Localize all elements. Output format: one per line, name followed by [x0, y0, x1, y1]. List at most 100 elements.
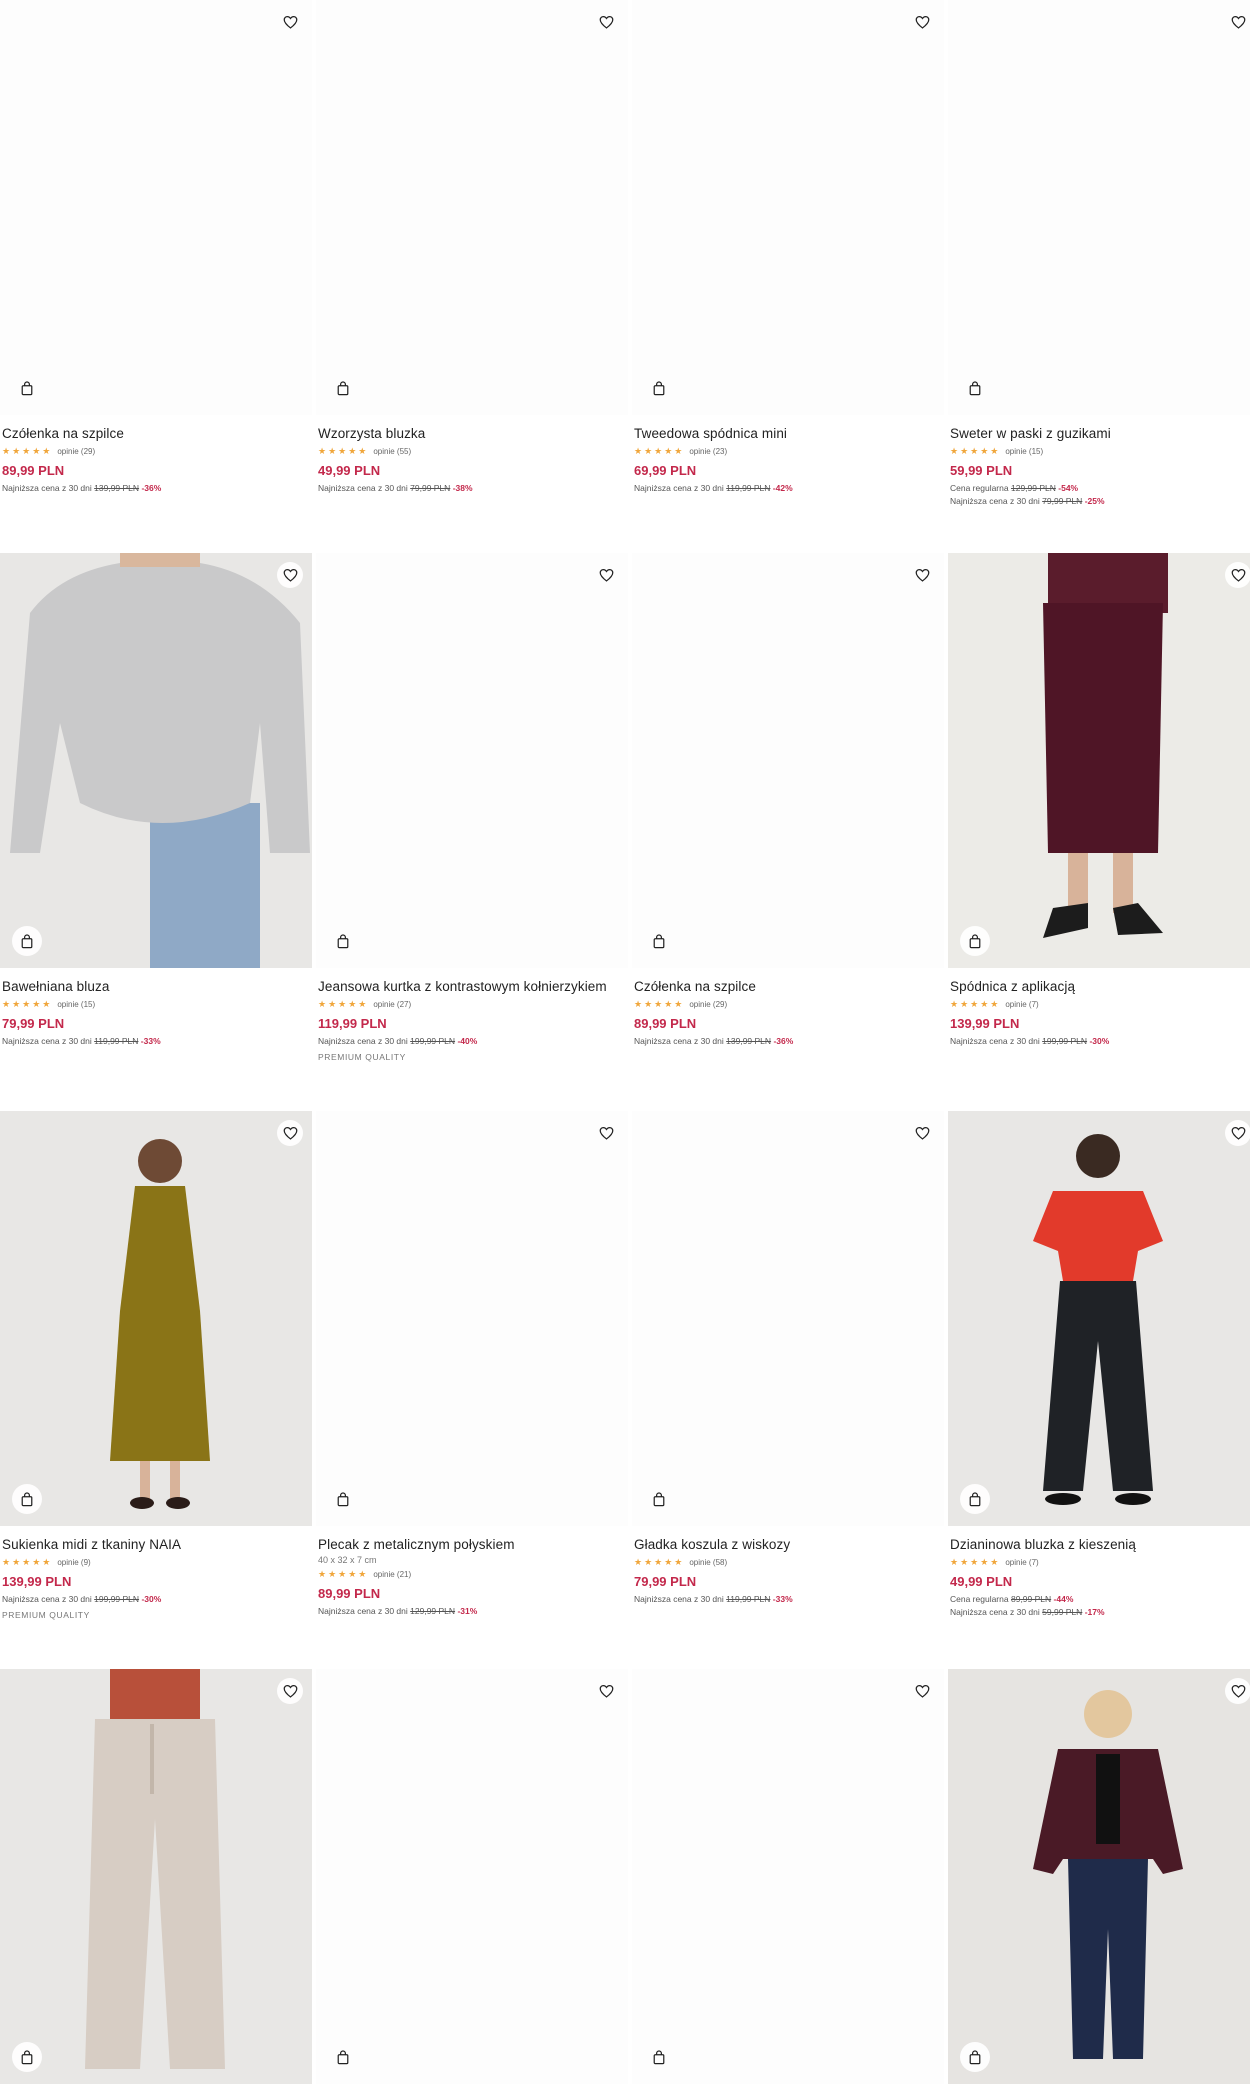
product-card[interactable]: [632, 1669, 944, 2084]
product-card[interactable]: Spódnica z aplikacją ★★★★★ opinie (7) 139,9…: [948, 553, 1250, 1046]
reviews-count[interactable]: opinie (27): [373, 1000, 411, 1009]
product-image[interactable]: [632, 0, 944, 415]
product-card[interactable]: [316, 1669, 628, 2084]
lowest-price-old: 139,99 PLN: [726, 1036, 772, 1046]
favorite-heart-icon[interactable]: [1225, 9, 1250, 35]
product-name[interactable]: Wzorzysta bluzka: [318, 426, 628, 442]
product-image[interactable]: [632, 1669, 944, 2084]
add-to-cart-bag-icon[interactable]: [328, 2042, 358, 2072]
favorite-heart-icon[interactable]: [277, 9, 303, 35]
reviews-count[interactable]: opinie (23): [689, 447, 727, 456]
favorite-heart-icon[interactable]: [277, 1120, 303, 1146]
reviews-count[interactable]: opinie (29): [57, 447, 95, 456]
favorite-heart-icon[interactable]: [593, 1678, 619, 1704]
product-image[interactable]: [0, 1111, 312, 1526]
add-to-cart-bag-icon[interactable]: [328, 926, 358, 956]
product-image[interactable]: [632, 553, 944, 968]
product-name[interactable]: Czółenka na szpilce: [2, 426, 312, 442]
favorite-heart-icon[interactable]: [909, 562, 935, 588]
product-image[interactable]: [0, 0, 312, 415]
reviews-count[interactable]: opinie (9): [57, 1558, 90, 1567]
reviews-count[interactable]: opinie (15): [57, 1000, 95, 1009]
product-image[interactable]: [0, 553, 312, 968]
lowest-price-discount: -25%: [1084, 496, 1105, 506]
reviews-count[interactable]: opinie (15): [1005, 447, 1043, 456]
favorite-heart-icon[interactable]: [593, 1120, 619, 1146]
product-info: Czółenka na szpilce ★★★★★ opinie (29) 89,99…: [0, 415, 312, 493]
product-name[interactable]: Bawełniana bluza: [2, 979, 312, 995]
product-card[interactable]: Sukienka midi z tkaniny NAIA ★★★★★ opinie …: [0, 1111, 312, 1620]
lowest-price-30-days: Najniższa cena z 30 dni 119,99 PLN -33%: [2, 1036, 312, 1046]
add-to-cart-bag-icon[interactable]: [644, 373, 674, 403]
product-card[interactable]: Tweedowa spódnica mini ★★★★★ opinie (23) 69…: [632, 0, 944, 493]
favorite-heart-icon[interactable]: [277, 1678, 303, 1704]
regular-price-label: Cena regularna: [950, 1594, 1009, 1604]
product-image[interactable]: [948, 1111, 1250, 1526]
product-image[interactable]: [632, 1111, 944, 1526]
product-image[interactable]: [316, 0, 628, 415]
reviews-count[interactable]: opinie (21): [373, 1570, 411, 1579]
product-image[interactable]: [948, 0, 1250, 415]
product-card[interactable]: Czółenka na szpilce ★★★★★ opinie (29) 89,99…: [632, 553, 944, 1046]
add-to-cart-bag-icon[interactable]: [644, 1484, 674, 1514]
product-name[interactable]: Dzianinowa bluzka z kieszenią: [950, 1537, 1250, 1553]
add-to-cart-bag-icon[interactable]: [12, 373, 42, 403]
product-name[interactable]: Gładka koszula z wiskozy: [634, 1537, 944, 1553]
add-to-cart-bag-icon[interactable]: [328, 373, 358, 403]
add-to-cart-bag-icon[interactable]: [12, 2042, 42, 2072]
add-to-cart-bag-icon[interactable]: [12, 1484, 42, 1514]
reviews-count[interactable]: opinie (7): [1005, 1558, 1038, 1567]
favorite-heart-icon[interactable]: [593, 9, 619, 35]
add-to-cart-bag-icon[interactable]: [960, 926, 990, 956]
product-card[interactable]: Gładka koszula z wiskozy ★★★★★ opinie (58)…: [632, 1111, 944, 1604]
regular-price-discount: -54%: [1058, 483, 1079, 493]
add-to-cart-bag-icon[interactable]: [644, 2042, 674, 2072]
add-to-cart-bag-icon[interactable]: [12, 926, 42, 956]
product-name[interactable]: Sukienka midi z tkaniny NAIA: [2, 1537, 312, 1553]
add-to-cart-bag-icon[interactable]: [960, 373, 990, 403]
reviews-count[interactable]: opinie (7): [1005, 1000, 1038, 1009]
product-card[interactable]: Dzianinowa bluzka z kieszenią ★★★★★ opinie…: [948, 1111, 1250, 1617]
favorite-heart-icon[interactable]: [277, 562, 303, 588]
product-name[interactable]: Plecak z metalicznym połyskiem: [318, 1537, 628, 1553]
favorite-heart-icon[interactable]: [909, 1678, 935, 1704]
add-to-cart-bag-icon[interactable]: [960, 2042, 990, 2072]
product-rating: ★★★★★ opinie (15): [950, 445, 1250, 457]
favorite-heart-icon[interactable]: [1225, 1678, 1250, 1704]
reviews-count[interactable]: opinie (29): [689, 1000, 727, 1009]
rating-stars-icon: ★★★★★: [318, 445, 369, 456]
product-image[interactable]: [0, 1669, 312, 2084]
product-card[interactable]: [948, 1669, 1250, 2084]
product-image[interactable]: [316, 1669, 628, 2084]
product-name[interactable]: Spódnica z aplikacją: [950, 979, 1250, 995]
product-card[interactable]: Plecak z metalicznym połyskiem 40 x 32 x …: [316, 1111, 628, 1616]
product-card[interactable]: [0, 1669, 312, 2084]
lowest-price-old: 59,99 PLN: [1042, 1607, 1083, 1617]
favorite-heart-icon[interactable]: [1225, 562, 1250, 588]
product-name[interactable]: Czółenka na szpilce: [634, 979, 944, 995]
product-rating: ★★★★★ opinie (29): [2, 445, 312, 457]
lowest-price-30-days: Najniższa cena z 30 dni 199,99 PLN -30%: [950, 1036, 1250, 1046]
favorite-heart-icon[interactable]: [909, 1120, 935, 1146]
product-card[interactable]: Wzorzysta bluzka ★★★★★ opinie (55) 49,99 PL…: [316, 0, 628, 493]
product-image[interactable]: [948, 1669, 1250, 2084]
product-card[interactable]: Bawełniana bluza ★★★★★ opinie (15) 79,99 PL…: [0, 553, 312, 1046]
product-name[interactable]: Tweedowa spódnica mini: [634, 426, 944, 442]
favorite-heart-icon[interactable]: [909, 9, 935, 35]
favorite-heart-icon[interactable]: [1225, 1120, 1250, 1146]
product-image[interactable]: [948, 553, 1250, 968]
product-card[interactable]: Sweter w paski z guzikami ★★★★★ opinie (15…: [948, 0, 1250, 506]
reviews-count[interactable]: opinie (55): [373, 447, 411, 456]
product-card[interactable]: Jeansowa kurtka z kontrastowym kołnierzy…: [316, 553, 628, 1062]
product-name[interactable]: Jeansowa kurtka z kontrastowym kołnierzy…: [318, 979, 628, 995]
reviews-count[interactable]: opinie (58): [689, 1558, 727, 1567]
add-to-cart-bag-icon[interactable]: [960, 1484, 990, 1514]
product-card[interactable]: Czółenka na szpilce ★★★★★ opinie (29) 89,99…: [0, 0, 312, 493]
product-name[interactable]: Sweter w paski z guzikami: [950, 426, 1250, 442]
product-info: Jeansowa kurtka z kontrastowym kołnierzy…: [316, 968, 628, 1062]
add-to-cart-bag-icon[interactable]: [644, 926, 674, 956]
add-to-cart-bag-icon[interactable]: [328, 1484, 358, 1514]
favorite-heart-icon[interactable]: [593, 562, 619, 588]
product-image[interactable]: [316, 1111, 628, 1526]
product-image[interactable]: [316, 553, 628, 968]
